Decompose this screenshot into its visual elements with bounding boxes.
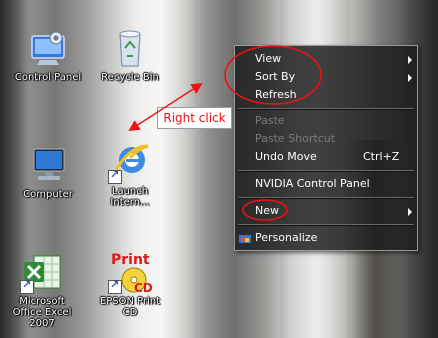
menu-item-label: Paste <box>255 114 285 127</box>
menu-separator <box>238 224 414 226</box>
control-panel-icon <box>26 26 70 70</box>
icon-label: Launch Intern... <box>110 186 150 208</box>
callout-text: Right click <box>163 111 226 125</box>
desktop-icon-epson-print-cd[interactable]: Print CD EPSON Print CD <box>94 250 166 318</box>
desktop-background[interactable]: Control Panel Recycle Bin Computer ↗ Lau… <box>0 0 438 338</box>
menu-item-label: Undo Move <box>255 150 317 163</box>
menu-item-label: Personalize <box>255 231 318 244</box>
menu-separator <box>238 170 414 172</box>
menu-item-label: Refresh <box>255 88 297 101</box>
epson-cd-text: CD <box>134 281 152 294</box>
menu-item-label: Paste Shortcut <box>255 132 336 145</box>
shortcut-arrow-icon <box>20 278 34 294</box>
menu-item-nvidia-control-panel[interactable]: NVIDIA Control Panel <box>235 175 417 193</box>
shortcut-arrow-icon <box>108 278 122 294</box>
icon-label: Computer <box>23 189 73 200</box>
submenu-arrow-icon <box>408 208 412 216</box>
icon-label: Recycle Bin <box>101 72 159 83</box>
icon-label: Microsoft Office Excel 2007 <box>12 296 72 329</box>
recycle-bin-icon <box>108 26 152 70</box>
computer-icon <box>26 143 70 187</box>
menu-item-label: View <box>255 52 282 65</box>
right-click-callout: Right click <box>157 107 232 129</box>
internet-explorer-icon <box>108 140 152 184</box>
menu-item-refresh[interactable]: Refresh <box>235 86 417 104</box>
personalize-icon <box>239 233 251 243</box>
desktop-icon-excel-2007[interactable]: Microsoft Office Excel 2007 <box>6 250 78 329</box>
menu-item-paste-shortcut: Paste Shortcut <box>235 130 417 148</box>
menu-item-sort-by[interactable]: Sort By <box>235 68 417 86</box>
icon-label: Control Panel <box>14 72 82 83</box>
menu-item-undo-move[interactable]: Undo Move Ctrl+Z <box>235 148 417 166</box>
menu-item-label: NVIDIA Control Panel <box>255 177 370 190</box>
icon-label: EPSON Print CD <box>99 296 161 318</box>
shortcut-arrow-icon <box>108 168 122 184</box>
menu-item-shortcut: Ctrl+Z <box>363 150 400 163</box>
menu-item-personalize[interactable]: Personalize <box>235 229 417 247</box>
menu-item-new[interactable]: New <box>235 202 417 220</box>
desktop-icon-computer[interactable]: Computer <box>12 143 84 200</box>
menu-separator <box>238 108 414 110</box>
menu-item-view[interactable]: View <box>235 50 417 68</box>
desktop-context-menu: View Sort By Refresh Paste Paste Shortcu… <box>234 45 418 251</box>
desktop-icon-control-panel[interactable]: Control Panel <box>12 26 84 83</box>
excel-icon <box>20 250 64 294</box>
submenu-arrow-icon <box>408 74 412 82</box>
desktop-icon-recycle-bin[interactable]: Recycle Bin <box>94 26 166 83</box>
menu-item-label: New <box>255 204 279 217</box>
epson-print-text: Print <box>111 252 150 268</box>
menu-separator <box>238 197 414 199</box>
menu-item-label: Sort By <box>255 70 296 83</box>
submenu-arrow-icon <box>408 56 412 64</box>
menu-item-paste: Paste <box>235 112 417 130</box>
epson-print-cd-icon: Print CD <box>108 250 153 295</box>
desktop-icon-launch-internet[interactable]: Launch Intern... <box>94 140 166 208</box>
